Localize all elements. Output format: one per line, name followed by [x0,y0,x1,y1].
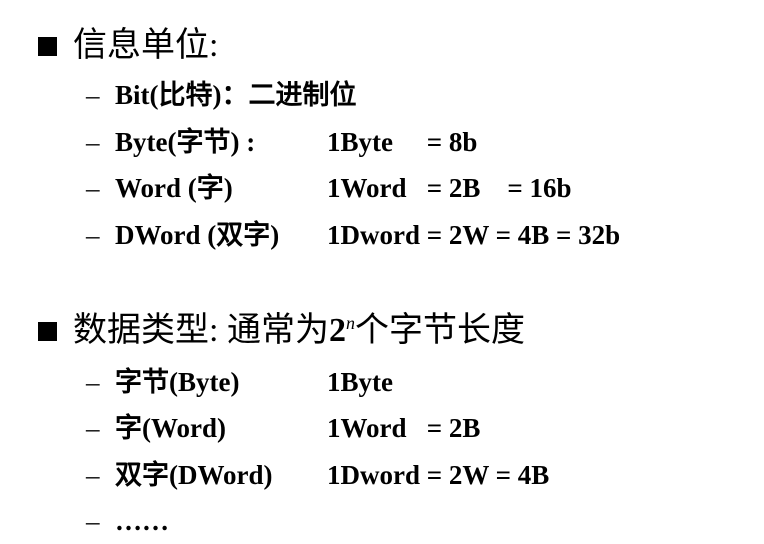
item-value: 1Word = 2B [327,413,481,443]
dash-bullet: – [86,80,100,110]
dash-bullet: – [86,220,100,250]
item-value: 1Byte [327,367,393,397]
title-exponent: n [345,313,355,333]
item-label: 字节(Byte) [115,367,240,397]
section-title: 信息单位: [73,27,219,64]
item-label: …… [115,506,169,536]
item-value: 1Byte = 8b [327,127,478,157]
item-label: DWord (双字) [115,220,280,250]
dash-bullet: – [86,127,100,157]
item-label: Word (字) [115,173,233,203]
dash-bullet: – [86,173,100,203]
item-label: 字(Word) [115,413,226,443]
square-bullet-icon [38,321,57,341]
title-base: 2 [328,312,346,349]
dash-bullet: – [86,506,100,536]
item-label: Bit(比特)：二进制位 [115,80,357,110]
section-heading-info-units: 信息单位: [38,26,218,66]
section-title: 数据类型: 通常为2n个字节长度 [73,311,525,351]
item-value: 1Dword = 2W = 4B = 32b [327,220,621,250]
square-bullet-icon [38,36,57,56]
title-prefix: 数据类型: 通常为 [73,312,329,349]
dash-bullet: – [86,413,100,443]
dash-bullet: – [86,460,100,490]
item-label: 双字(DWord) [115,460,273,490]
item-label: Byte(字节) : [115,127,256,157]
title-suffix: 个字节长度 [354,312,525,349]
section-heading-data-types: 数据类型: 通常为2n个字节长度 [38,311,525,351]
dash-bullet: – [86,367,100,397]
item-value: 1Dword = 2W = 4B [327,460,550,490]
item-value: 1Word = 2B = 16b [327,173,572,203]
